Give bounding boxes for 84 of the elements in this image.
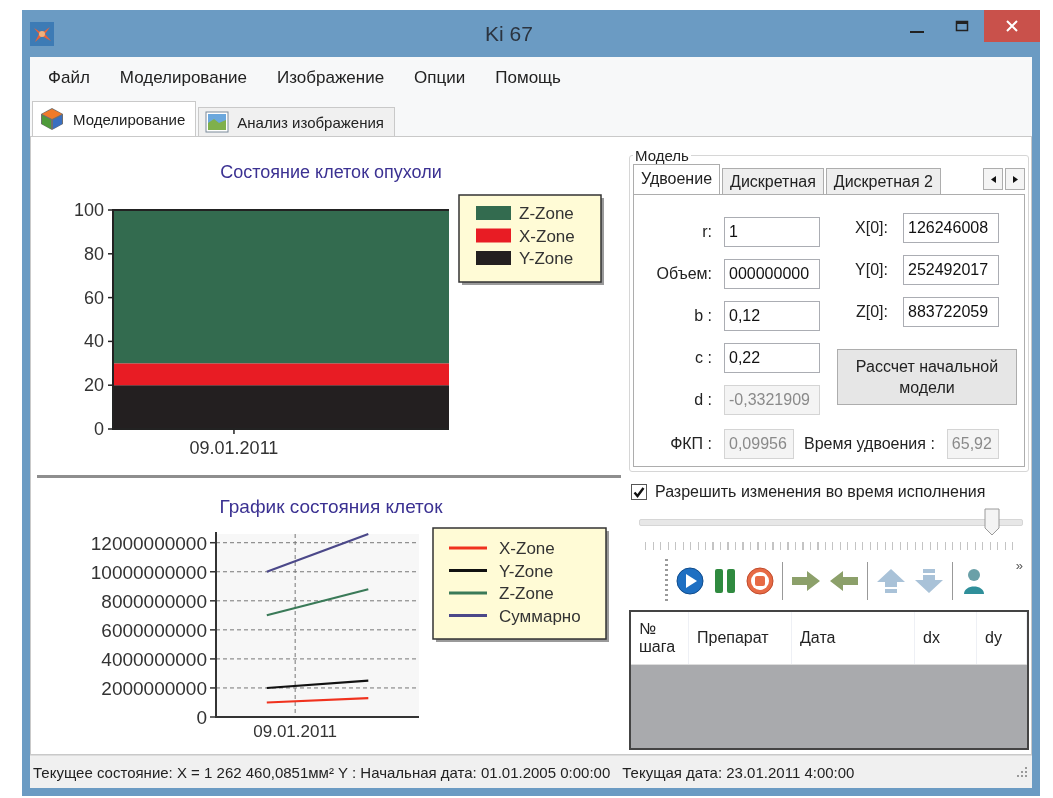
field-label: c : [694, 349, 712, 367]
close-icon [1005, 20, 1019, 32]
person-icon[interactable] [961, 567, 987, 595]
text-field[interactable]: 883722059 [903, 297, 999, 327]
play-icon[interactable] [676, 567, 704, 595]
window-title: Ki 67 [484, 21, 534, 46]
legend-label: X-Zone [519, 226, 575, 246]
toolbar-grip[interactable] [665, 559, 668, 603]
column-header[interactable]: Препарат [689, 612, 792, 664]
tab[interactable]: Дискретная 2 [825, 168, 941, 194]
field-label: r: [701, 223, 712, 241]
tab[interactable]: Моделирование [32, 101, 197, 136]
speed-slider[interactable] [639, 508, 1023, 538]
menu-item[interactable]: Помощь [487, 64, 569, 92]
tab[interactable]: Анализ изображения [198, 107, 395, 136]
checkbox-label[interactable]: Разрешить изменения во время исполнения [655, 483, 986, 501]
column-header[interactable]: № шага [631, 612, 689, 664]
axis-tick-label: 4000000000 [101, 648, 207, 670]
legend-label: Z-Zone [499, 584, 554, 603]
image-icon [205, 111, 230, 133]
slider-thumb[interactable] [984, 508, 1001, 536]
menu-item[interactable]: Опции [406, 64, 474, 92]
field-label: Объем: [655, 265, 712, 283]
scroll-left-button[interactable] [983, 168, 1003, 190]
text-field[interactable]: 1 [724, 217, 820, 247]
axis-tick-label: 100 [73, 200, 104, 220]
group-title: Модель [634, 147, 690, 164]
axis-tick-label: 0 [196, 707, 207, 728]
scroll-right-button[interactable] [1005, 168, 1025, 190]
axis-tick-label: 09.01.2011 [189, 438, 279, 458]
text-field[interactable]: 252492017 [903, 255, 999, 285]
axis-tick-label: 60 [83, 287, 104, 308]
field-label: Y[0]: [854, 261, 888, 279]
status-text: Текущее состояние: X = 1 262 460,0851мм² Y : Начальная дата: 01.01.2005 0:00:00 [33, 763, 611, 781]
column-header[interactable]: Дата [792, 612, 915, 664]
axis-tick-label: 2000000000 [101, 677, 207, 699]
text-field[interactable]: 000000000 [724, 259, 820, 289]
stop-icon[interactable] [746, 567, 774, 595]
menu-item[interactable]: Изображение [269, 64, 393, 92]
axis-tick-label: 09.01.2011 [253, 722, 338, 741]
checkbox[interactable] [631, 484, 647, 500]
text-field[interactable]: 0,22 [724, 343, 820, 373]
status-text: Текущая дата: 23.01.2011 4:00:00 [622, 763, 855, 781]
maximize-icon [954, 20, 969, 32]
chart-title: Состояние клеток опухоли [220, 162, 442, 182]
field-label: ФКП : [669, 435, 712, 453]
axis-tick-label: 8000000000 [101, 590, 207, 612]
field-label: b : [693, 307, 712, 325]
field-label: X[0]: [854, 219, 888, 237]
close-button[interactable] [984, 10, 1040, 42]
text-field[interactable]: 0,12 [724, 301, 820, 331]
overflow-button[interactable]: » [1015, 558, 1023, 573]
field-label: Z[0]: [855, 303, 888, 321]
app-icon [30, 21, 54, 46]
field-label: d : [693, 391, 712, 409]
field-label: Время удвоения : [804, 435, 935, 453]
pause-icon[interactable] [712, 567, 738, 595]
calculate-button[interactable]: Рассчет начальной модели [837, 349, 1017, 405]
minimize-icon [909, 31, 924, 33]
cube-icon [39, 106, 65, 132]
check-icon [633, 486, 645, 498]
legend-label: X-Zone [499, 539, 555, 558]
column-header[interactable]: dy [977, 612, 1027, 664]
column-header[interactable]: dx [915, 612, 977, 664]
resize-grip-icon [1016, 766, 1028, 778]
tab[interactable]: Дискретная [722, 168, 824, 194]
legend-label: Y-Zone [499, 561, 554, 581]
chart-title: График состояния клеток [219, 496, 443, 517]
axis-tick-label: 10000000000 [90, 561, 207, 583]
axis-tick-label: 80 [83, 243, 104, 264]
axis-tick-label: 20 [83, 375, 104, 396]
tab[interactable]: Удвоение [633, 164, 721, 194]
axis-tick-label: 40 [83, 331, 104, 352]
legend-label: Y-Zone [519, 249, 574, 268]
menu-item[interactable]: Файл [40, 64, 98, 92]
legend-label: Суммарно [499, 606, 581, 626]
legend-label: Z-Zone [519, 204, 574, 223]
caret-left-icon [989, 174, 997, 184]
axis-tick-label: 0 [94, 419, 104, 439]
caret-right-icon [1011, 174, 1019, 184]
axis-tick-label: 6000000000 [101, 619, 207, 641]
text-field[interactable]: 126246008 [903, 213, 999, 243]
axis-tick-label: 12000000000 [90, 532, 207, 554]
menu-item[interactable]: Моделирование [111, 64, 255, 92]
